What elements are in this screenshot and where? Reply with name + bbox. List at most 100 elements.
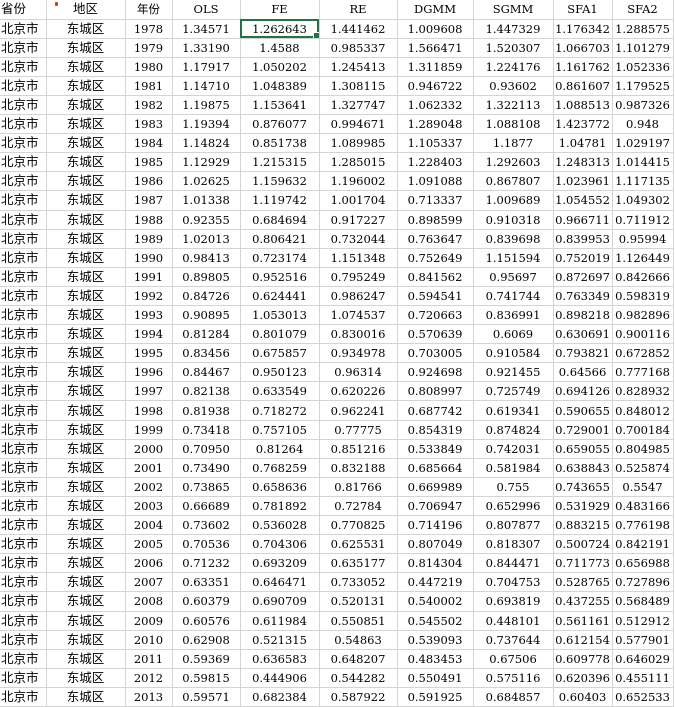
cell-re[interactable]: 0.934978: [319, 343, 398, 364]
cell-年份[interactable]: 2000: [125, 439, 173, 459]
cell-re[interactable]: 1.001704: [319, 190, 398, 211]
cell-地区[interactable]: 东城区: [46, 534, 126, 555]
cell-ols[interactable]: 0.84726: [172, 286, 241, 307]
cell-地区[interactable]: 东城区: [46, 248, 126, 268]
cell-省份[interactable]: 北京市: [0, 38, 47, 58]
cell-ols[interactable]: 1.34571: [172, 19, 241, 39]
cell-sfa2[interactable]: 0.483166: [612, 496, 674, 517]
cell-sgmm[interactable]: 1.088108: [473, 114, 554, 135]
cell-sgmm[interactable]: 0.684857: [473, 687, 554, 707]
cell-dgmm[interactable]: 0.898599: [397, 210, 474, 230]
cell-地区[interactable]: 东城区: [46, 95, 126, 116]
cell-年份[interactable]: 1982: [125, 95, 173, 116]
cell-sfa2[interactable]: 1.126449: [612, 248, 674, 268]
cell-re[interactable]: 0.985337: [319, 38, 398, 58]
cell-sfa1[interactable]: 1.423772: [553, 114, 613, 135]
cell-地区[interactable]: 东城区: [46, 171, 126, 192]
cell-fe[interactable]: 0.690709: [240, 591, 320, 612]
cell-省份[interactable]: 北京市: [0, 305, 47, 326]
cell-sfa1[interactable]: 0.659055: [553, 439, 613, 459]
cell-sfa1[interactable]: 0.793821: [553, 343, 613, 364]
cell-年份[interactable]: 1986: [125, 171, 173, 192]
cell-省份[interactable]: 北京市: [0, 267, 47, 287]
cell-sfa2[interactable]: 0.525874: [612, 458, 674, 478]
cell-年份[interactable]: 1988: [125, 210, 173, 230]
cell-re[interactable]: 0.962241: [319, 400, 398, 421]
cell-sfa2[interactable]: 0.598319: [612, 286, 674, 307]
cell-sfa1[interactable]: 0.752019: [553, 248, 613, 268]
cell-sfa2[interactable]: 1.179525: [612, 76, 674, 96]
cell-re[interactable]: 0.770825: [319, 515, 398, 536]
cell-ols[interactable]: 0.70950: [172, 439, 241, 459]
cell-dgmm[interactable]: 0.763647: [397, 229, 474, 249]
cell-re[interactable]: 1.327747: [319, 95, 398, 116]
cell-地区[interactable]: 东城区: [46, 515, 126, 536]
cell-dgmm[interactable]: 0.550491: [397, 668, 474, 688]
cell-sfa1[interactable]: 0.609778: [553, 649, 613, 669]
cell-sfa2[interactable]: 0.95994: [612, 229, 674, 249]
cell-dgmm[interactable]: 0.594541: [397, 286, 474, 307]
cell-省份[interactable]: 北京市: [0, 248, 47, 268]
cell-年份[interactable]: 1996: [125, 362, 173, 383]
cell-年份[interactable]: 2004: [125, 515, 173, 536]
cell-地区[interactable]: 东城区: [46, 362, 126, 383]
cell-sgmm[interactable]: 1.009689: [473, 190, 554, 211]
cell-省份[interactable]: 北京市: [0, 439, 47, 459]
cell-年份[interactable]: 1980: [125, 57, 173, 77]
cell-re[interactable]: 0.648207: [319, 649, 398, 669]
cell-re[interactable]: 0.72784: [319, 496, 398, 517]
cell-sgmm[interactable]: 0.95697: [473, 267, 554, 287]
cell-sgmm[interactable]: 0.818307: [473, 534, 554, 555]
cell-re[interactable]: 0.795249: [319, 267, 398, 287]
cell-地区[interactable]: 东城区: [46, 76, 126, 96]
cell-fe[interactable]: 0.950123: [240, 362, 320, 383]
cell-年份[interactable]: 2006: [125, 553, 173, 574]
column-header-re[interactable]: RE: [319, 0, 398, 20]
cell-sfa2[interactable]: 0.5547: [612, 477, 674, 497]
cell-fe[interactable]: 0.704306: [240, 534, 320, 555]
cell-fe[interactable]: 0.611984: [240, 611, 320, 631]
cell-dgmm[interactable]: 1.228403: [397, 152, 474, 173]
cell-sfa2[interactable]: 0.776198: [612, 515, 674, 536]
cell-省份[interactable]: 北京市: [0, 591, 47, 612]
cell-dgmm[interactable]: 0.706947: [397, 496, 474, 517]
cell-sgmm[interactable]: 1.520307: [473, 38, 554, 58]
column-header-ols[interactable]: OLS: [172, 0, 241, 20]
cell-ols[interactable]: 1.14824: [172, 133, 241, 154]
cell-省份[interactable]: 北京市: [0, 420, 47, 440]
cell-dgmm[interactable]: 0.924698: [397, 362, 474, 383]
cell-年份[interactable]: 2005: [125, 534, 173, 555]
cell-sgmm[interactable]: 0.921455: [473, 362, 554, 383]
cell-地区[interactable]: 东城区: [46, 553, 126, 574]
cell-dgmm[interactable]: 1.311859: [397, 57, 474, 77]
cell-年份[interactable]: 1985: [125, 152, 173, 173]
cell-fe[interactable]: 0.684694: [240, 210, 320, 230]
cell-sfa1[interactable]: 0.839953: [553, 229, 613, 249]
cell-ols[interactable]: 0.70536: [172, 534, 241, 555]
cell-省份[interactable]: 北京市: [0, 362, 47, 383]
cell-ols[interactable]: 0.66689: [172, 496, 241, 517]
cell-sfa2[interactable]: 0.512912: [612, 611, 674, 631]
cell-年份[interactable]: 2007: [125, 572, 173, 593]
cell-sfa2[interactable]: 1.014415: [612, 152, 674, 173]
cell-年份[interactable]: 2001: [125, 458, 173, 478]
cell-省份[interactable]: 北京市: [0, 649, 47, 669]
cell-年份[interactable]: 2011: [125, 649, 173, 669]
cell-re[interactable]: 0.77775: [319, 420, 398, 440]
cell-sgmm[interactable]: 0.807877: [473, 515, 554, 536]
cell-地区[interactable]: 东城区: [46, 496, 126, 517]
cell-fe[interactable]: 0.658636: [240, 477, 320, 497]
cell-fe[interactable]: 0.693209: [240, 553, 320, 574]
cell-sfa1[interactable]: 0.883215: [553, 515, 613, 536]
cell-fe[interactable]: 0.624441: [240, 286, 320, 307]
cell-dgmm[interactable]: 0.687742: [397, 400, 474, 421]
cell-sfa2[interactable]: 0.672852: [612, 343, 674, 364]
cell-省份[interactable]: 北京市: [0, 286, 47, 307]
cell-fe[interactable]: 0.444906: [240, 668, 320, 688]
cell-ols[interactable]: 1.02625: [172, 171, 241, 192]
cell-sfa2[interactable]: 0.987326: [612, 95, 674, 116]
cell-fe[interactable]: 0.851738: [240, 133, 320, 154]
cell-年份[interactable]: 2003: [125, 496, 173, 517]
cell-省份[interactable]: 北京市: [0, 171, 47, 192]
cell-sfa1[interactable]: 0.966711: [553, 210, 613, 230]
